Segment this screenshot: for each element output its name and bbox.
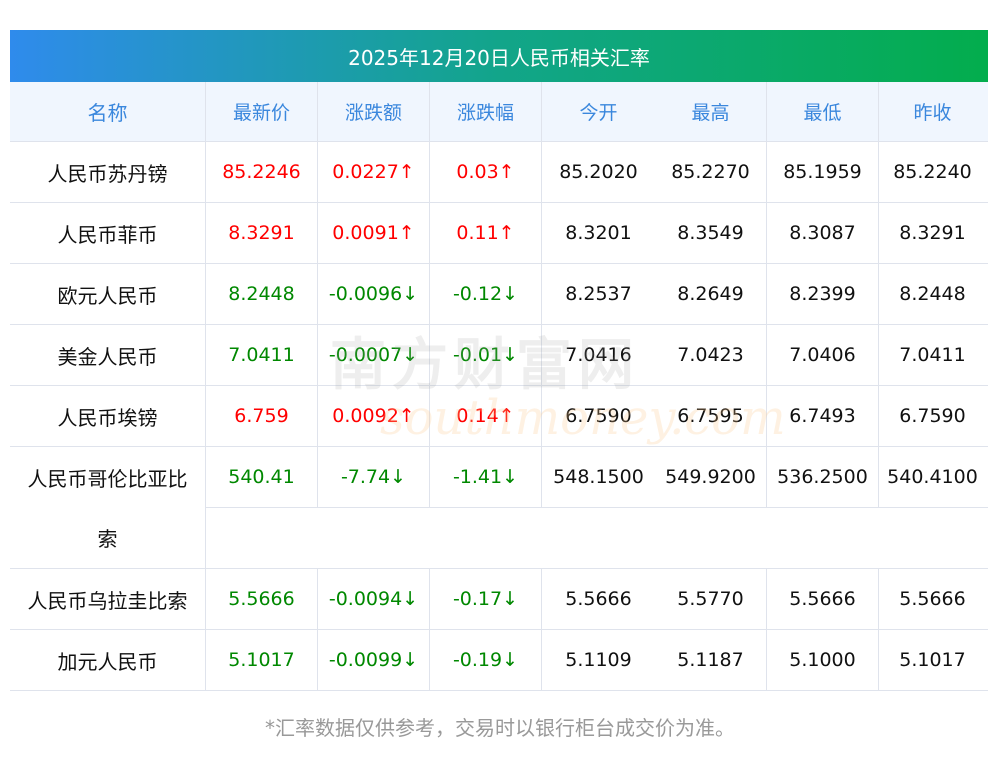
cell-name: 人民币苏丹镑 (10, 142, 206, 202)
table-row: 欧元人民币 8.2448 -0.0096↓ -0.12↓ 8.2537 8.2649 8.2… (10, 264, 988, 325)
table-row: 人民币乌拉圭比索 5.5666 -0.0094↓ -0.17↓ 5.5666 5.5770… (10, 569, 988, 630)
header-name: 名称 (10, 82, 206, 141)
cell-name: 美金人民币 (10, 325, 206, 385)
cell-name: 加元人民币 (10, 630, 206, 690)
cell-low: 7.0406 (767, 325, 879, 385)
cell-latest: 5.5666 (206, 569, 318, 629)
cell-change: -0.0094↓ (318, 569, 430, 629)
table-header: 名称 最新价 涨跌额 涨跌幅 今开 最高 最低 昨收 (10, 82, 988, 142)
header-low: 最低 (767, 82, 879, 141)
cell-change: 0.0227↑ (318, 142, 430, 202)
cell-latest: 8.2448 (206, 264, 318, 324)
table-row: 美金人民币 7.0411 -0.0007↓ -0.01↓ 7.0416 7.0423 7.0… (10, 325, 988, 386)
cell-high: 549.9200 (655, 447, 767, 507)
cell-latest: 540.41 (206, 447, 318, 507)
cell-prev: 85.2240 (893, 161, 972, 183)
cell-prev: 5.5666 (899, 588, 966, 610)
cell-open: 7.0416 (565, 344, 632, 366)
cell-pct: -1.41↓ (430, 447, 542, 507)
cell-change: -0.0099↓ (318, 630, 430, 690)
cell-name-line1: 人民币哥伦比亚比 (27, 466, 188, 491)
cell-low: 85.1959 (767, 142, 879, 202)
cell-open: 8.2537 (565, 283, 632, 305)
cell-name: 人民币菲币 (10, 203, 206, 263)
cell-latest: 5.1017 (206, 630, 318, 690)
cell-name: 人民币乌拉圭比索 (10, 569, 206, 629)
cell-prev: 5.1017 (899, 649, 966, 671)
cell-low: 536.2500 (767, 447, 879, 507)
cell-open: 5.1109 (565, 649, 632, 671)
cell-latest: 8.3291 (206, 203, 318, 263)
cell-latest: 85.2246 (206, 142, 318, 202)
cell-pct: -0.19↓ (430, 630, 542, 690)
cell-name: 人民币哥伦比亚比索 (10, 447, 206, 568)
cell-change: 0.0092↑ (318, 386, 430, 446)
cell-low: 5.1000 (767, 630, 879, 690)
cell-low: 8.2399 (767, 264, 879, 324)
page-title: 2025年12月20日人民币相关汇率 (10, 30, 988, 82)
cell-pct: 0.14↑ (430, 386, 542, 446)
cell-prev: 540.4100 (887, 466, 978, 488)
cell-open: 548.1500 (553, 466, 644, 488)
cell-low: 6.7493 (767, 386, 879, 446)
cell-high: 7.0423 (655, 325, 767, 385)
header-pct: 涨跌幅 (430, 82, 542, 141)
header-latest: 最新价 (206, 82, 318, 141)
cell-low: 8.3087 (767, 203, 879, 263)
cell-high: 8.3549 (655, 203, 767, 263)
table-row: 人民币苏丹镑 85.2246 0.0227↑ 0.03↑ 85.2020 85.2270 8… (10, 142, 988, 203)
cell-change: -7.74↓ (318, 447, 430, 507)
cell-name: 人民币埃镑 (10, 386, 206, 446)
cell-name: 欧元人民币 (10, 264, 206, 324)
cell-name-line2: 索 (97, 527, 118, 552)
footnote: *汇率数据仅供参考，交易时以银行柜台成交价为准。 (265, 716, 735, 740)
cell-prev: 8.3291 (899, 222, 966, 244)
cell-high: 8.2649 (655, 264, 767, 324)
cell-open: 5.5666 (565, 588, 632, 610)
cell-prev: 8.2448 (899, 283, 966, 305)
table-row: 人民币埃镑 6.759 0.0092↑ 0.14↑ 6.7590 6.7595 6.7493… (10, 386, 988, 447)
header-high: 最高 (655, 82, 767, 141)
table-row: 加元人民币 5.1017 -0.0099↓ -0.19↓ 5.1109 5.1187 5.1… (10, 630, 988, 691)
cell-open: 6.7590 (565, 405, 632, 427)
cell-high: 5.1187 (655, 630, 767, 690)
cell-change: -0.0007↓ (318, 325, 430, 385)
header-change: 涨跌额 (318, 82, 430, 141)
header-open: 今开 (579, 102, 618, 124)
cell-pct: 0.03↑ (430, 142, 542, 202)
cell-high: 85.2270 (655, 142, 767, 202)
cell-pct: -0.12↓ (430, 264, 542, 324)
cell-latest: 7.0411 (206, 325, 318, 385)
cell-low: 5.5666 (767, 569, 879, 629)
cell-prev: 6.7590 (899, 405, 966, 427)
cell-latest: 6.759 (206, 386, 318, 446)
table-row: 人民币哥伦比亚比索 540.41 -7.74↓ -1.41↓ 548.1500 549.… (10, 447, 988, 569)
cell-pct: -0.17↓ (430, 569, 542, 629)
cell-open: 8.3201 (565, 222, 632, 244)
header-prev: 昨收 (913, 102, 952, 124)
cell-open: 85.2020 (559, 161, 638, 183)
cell-pct: 0.11↑ (430, 203, 542, 263)
cell-high: 5.5770 (655, 569, 767, 629)
cell-change: 0.0091↑ (318, 203, 430, 263)
cell-change: -0.0096↓ (318, 264, 430, 324)
table-row: 人民币菲币 8.3291 0.0091↑ 0.11↑ 8.3201 8.3549 8.308… (10, 203, 988, 264)
exchange-rate-table: 名称 最新价 涨跌额 涨跌幅 今开 最高 最低 昨收 人民币苏丹镑 85.2246… (10, 82, 988, 691)
cell-pct: -0.01↓ (430, 325, 542, 385)
cell-high: 6.7595 (655, 386, 767, 446)
cell-prev: 7.0411 (899, 344, 966, 366)
